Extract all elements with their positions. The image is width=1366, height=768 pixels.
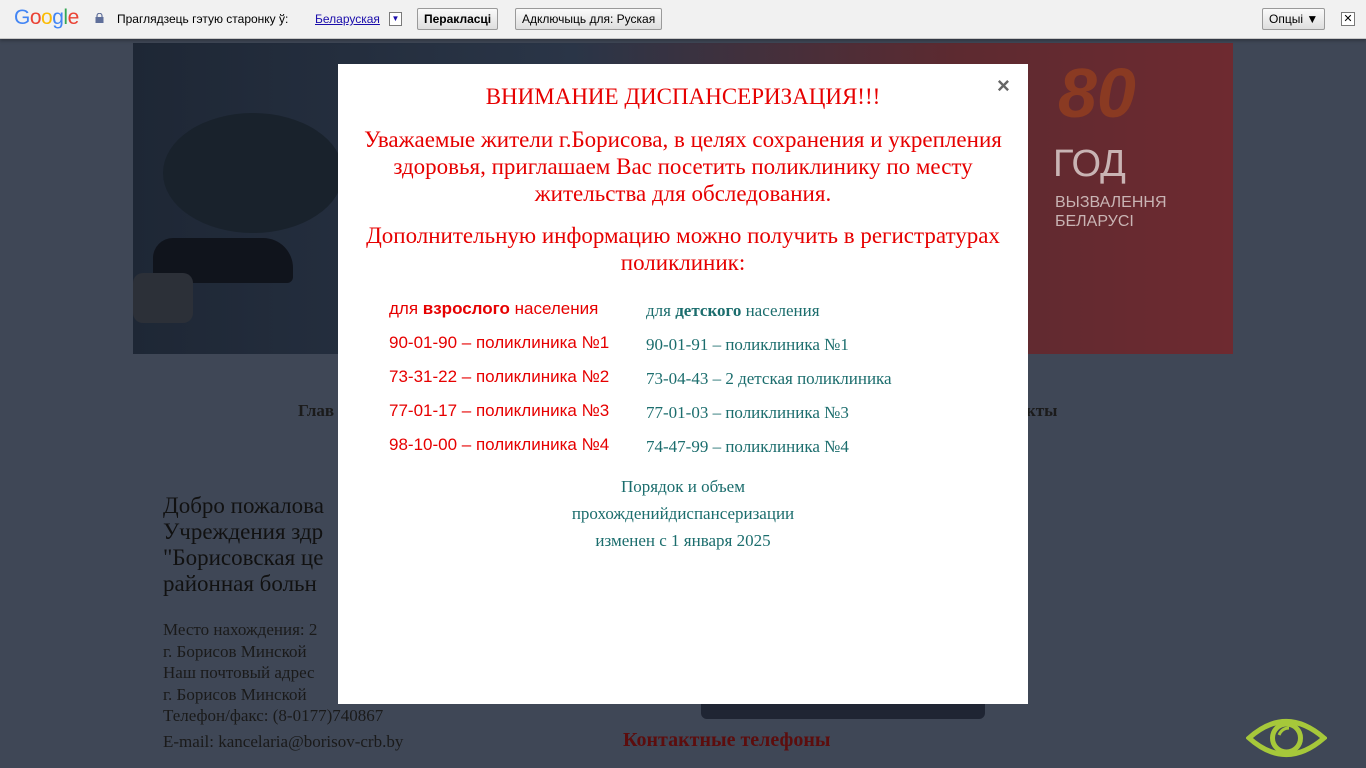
language-dropdown-icon[interactable]: ▼: [389, 12, 402, 26]
adult-header: для взрослого населения: [389, 299, 599, 318]
announcement-modal: × ВНИМАНИЕ ДИСПАНСЕРИЗАЦИЯ!!! Уважаемые …: [338, 64, 1028, 704]
banner-number: 80: [1058, 54, 1136, 132]
child-header: для детского населения: [646, 301, 820, 320]
child-phones-list: для детского населения 90-01-91 – поликл…: [646, 301, 892, 471]
banner-subtitle: ВЫЗВАЛЕННЯ БЕЛАРУСІ: [1055, 194, 1167, 230]
close-icon[interactable]: ✕: [1341, 12, 1355, 26]
list-item: 74-47-99 – поликлиника №4: [646, 437, 849, 456]
list-item: 73-31-22 – поликлиника №2: [389, 367, 610, 386]
modal-paragraph-2: Дополнительную информацию можно получить…: [366, 223, 1000, 275]
list-item: 90-01-90 – поликлиника №1: [389, 333, 610, 352]
car-shape-2: [133, 273, 193, 323]
tree-shape: [163, 113, 343, 233]
list-item: 77-01-03 – поликлиника №3: [646, 403, 849, 422]
lock-icon: [95, 13, 104, 23]
contacts-heading: Контактные телефоны: [623, 729, 831, 751]
list-item: 90-01-91 – поликлиника №1: [646, 335, 849, 354]
modal-footer-note: Порядок и объем прохожденийдиспансеризац…: [571, 477, 795, 550]
email-text: E-mail: kancelaria@borisov-crb.by: [163, 731, 404, 751]
adult-phones-list: для взрослого населения 90-01-90 – полик…: [389, 299, 609, 469]
translate-bar: Google Праглядзець гэтую старонку ў: Бел…: [0, 0, 1366, 39]
list-item: 73-04-43 – 2 детская поликлиника: [646, 369, 892, 388]
nav-item-main[interactable]: Глав: [298, 401, 334, 421]
list-item: 98-10-00 – поликлиника №4: [389, 435, 610, 454]
nav-item-contacts[interactable]: кты: [1026, 401, 1057, 421]
modal-title: ВНИМАНИЕ ДИСПАНСЕРИЗАЦИЯ!!!: [485, 84, 881, 109]
eye-icon[interactable]: [1246, 713, 1327, 763]
disable-translation-button[interactable]: Адключыць для: Руская: [515, 8, 663, 30]
modal-paragraph-1: Уважаемые жители г.Борисова, в целях сох…: [364, 127, 1002, 206]
google-logo: Google: [14, 6, 79, 29]
welcome-heading: Добро пожалова Учреждения здр "Борисовск…: [163, 493, 324, 596]
translate-question: Праглядзець гэтую старонку ў:: [117, 12, 289, 26]
options-button[interactable]: Опцыі ▼: [1262, 8, 1326, 30]
list-item: 77-01-17 – поликлиника №3: [389, 401, 610, 420]
banner-year-word: ГОД: [1053, 143, 1126, 185]
translate-button[interactable]: Перакласці: [417, 8, 499, 30]
language-link[interactable]: Беларуская: [315, 12, 380, 26]
